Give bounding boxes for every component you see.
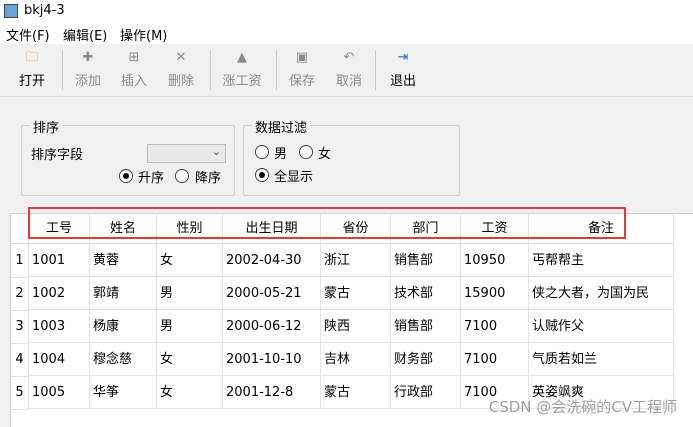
open-button[interactable]: 🗀 打开 — [8, 44, 56, 92]
row-header[interactable]: 5 — [11, 376, 29, 410]
table-cell[interactable]: 2000-06-12 — [223, 310, 321, 343]
toolbar-separator — [276, 50, 277, 90]
sort-field-label: 排序字段 — [31, 148, 84, 163]
delete-icon: ✕ — [175, 50, 187, 65]
table-cell[interactable]: 蒙古 — [321, 376, 391, 409]
app-icon — [4, 4, 18, 18]
add-button[interactable]: ✚ 添加 — [64, 44, 112, 92]
data-table: 工号 姓名 性别 出生日期 省份 部门 工资 备注 1 1001 黄蓉 女 20… — [10, 213, 693, 427]
insert-icon: ⊞ — [128, 50, 140, 65]
menu-bar: 文件(F) 编辑(E) 操作(M) — [0, 22, 693, 44]
table-cell[interactable]: 技术部 — [391, 277, 461, 310]
sort-asc-radio[interactable] — [119, 169, 133, 183]
table-cell[interactable]: 1002 — [29, 277, 90, 310]
exit-button[interactable]: ⇥ 退出 — [379, 44, 427, 92]
toolbar-separator — [62, 50, 63, 90]
table-cell[interactable]: 财务部 — [391, 343, 461, 376]
delete-button[interactable]: ✕ 删除 — [157, 44, 205, 92]
table-cell[interactable]: 7100 — [461, 343, 529, 376]
table-cell[interactable]: 杨康 — [90, 310, 157, 343]
cancel-button[interactable]: ↶ 取消 — [325, 44, 373, 92]
menu-file[interactable]: 文件(F) — [6, 25, 50, 44]
undo-icon: ↶ — [343, 50, 355, 65]
header-highlight-box — [28, 207, 626, 239]
filter-male-radio[interactable] — [255, 145, 269, 159]
raise-salary-button[interactable]: ▲ 涨工资 — [216, 44, 268, 92]
table-cell[interactable]: 7100 — [461, 310, 529, 343]
save-button[interactable]: ▣ 保存 — [278, 44, 326, 92]
add-icon: ✚ — [82, 50, 94, 65]
sort-desc-radio[interactable] — [175, 169, 189, 183]
table-cell[interactable]: 黄蓉 — [90, 244, 157, 277]
table-cell[interactable]: 销售部 — [391, 244, 461, 277]
filter-male-label: 男 — [274, 147, 288, 162]
filter-female-radio[interactable] — [299, 145, 313, 159]
sort-group: 排序 排序字段 ⌄ 升序 降序 — [21, 117, 235, 196]
table-cell[interactable]: 陕西 — [321, 310, 391, 343]
save-icon: ▣ — [295, 50, 309, 65]
table-cell[interactable]: 女 — [157, 244, 223, 277]
exit-icon: ⇥ — [397, 50, 409, 65]
toolbar: 🗀 打开 ✚ 添加 ⊞ 插入 ✕ 删除 ▲ 涨工资 ▣ 保存 ↶ 取消 ⇥ 退出 — [0, 44, 693, 97]
table-cell[interactable]: 15900 — [461, 277, 529, 310]
filter-all-radio[interactable] — [255, 168, 269, 182]
insert-button[interactable]: ⊞ 插入 — [110, 44, 158, 92]
table-cell[interactable]: 蒙古 — [321, 277, 391, 310]
table-cell[interactable]: 郭靖 — [90, 277, 157, 310]
row-header[interactable]: 1 — [11, 244, 29, 278]
table-cell[interactable]: 吉林 — [321, 343, 391, 376]
table-cell[interactable]: 女 — [157, 343, 223, 376]
toolbar-separator — [375, 50, 376, 90]
toolbar-separator — [210, 50, 211, 90]
filter-female-label: 女 — [318, 147, 332, 162]
filter-group-title: 数据过滤 — [252, 117, 311, 136]
table-corner — [11, 214, 29, 244]
table-cell[interactable]: 华筝 — [90, 376, 157, 409]
row-header[interactable]: 2 — [11, 277, 29, 311]
table-cell[interactable]: 女 — [157, 376, 223, 409]
table-cell[interactable]: 2002-04-30 — [223, 244, 321, 277]
table-cell[interactable]: 气质若如兰 — [529, 343, 674, 376]
table-cell[interactable]: 行政部 — [391, 376, 461, 409]
table-cell[interactable]: 男 — [157, 310, 223, 343]
table-cell[interactable]: 2000-05-21 — [223, 277, 321, 310]
table-cell[interactable]: 1003 — [29, 310, 90, 343]
table-cell[interactable]: 1004 — [29, 343, 90, 376]
table-cell[interactable]: 认贼作父 — [529, 310, 674, 343]
sort-field-select[interactable]: ⌄ — [147, 144, 226, 163]
sort-desc-label: 降序 — [195, 171, 222, 186]
table-cell[interactable]: 男 — [157, 277, 223, 310]
menu-operate[interactable]: 操作(M) — [120, 25, 167, 44]
row-header[interactable]: 4 — [11, 343, 29, 377]
table-cell[interactable]: 2001-10-10 — [223, 343, 321, 376]
filter-all-label: 全显示 — [274, 170, 314, 185]
table-cell[interactable]: 销售部 — [391, 310, 461, 343]
table-cell[interactable]: 浙江 — [321, 244, 391, 277]
table-cell[interactable]: 丐帮帮主 — [529, 244, 674, 277]
row-header[interactable]: 3 — [11, 310, 29, 344]
window-title: bkj4-3 — [24, 3, 65, 18]
title-bar: bkj4-3 — [0, 0, 693, 22]
sort-group-title: 排序 — [30, 117, 63, 136]
watermark: CSDN @会洗碗的CV工程师 — [488, 398, 677, 416]
raise-salary-icon: ▲ — [237, 50, 247, 65]
table-cell[interactable]: 1001 — [29, 244, 90, 277]
table-cell[interactable]: 10950 — [461, 244, 529, 277]
table-cell[interactable]: 侠之大者，为国为民 — [529, 277, 674, 310]
sort-asc-label: 升序 — [138, 171, 165, 186]
chevron-down-icon: ⌄ — [211, 145, 221, 158]
menu-edit[interactable]: 编辑(E) — [63, 25, 107, 44]
filter-group: 数据过滤 男 女 全显示 — [243, 117, 460, 196]
open-folder-icon: 🗀 — [25, 50, 39, 65]
table-cell[interactable]: 2001-12-8 — [223, 376, 321, 409]
table-cell[interactable]: 1005 — [29, 376, 90, 409]
table-cell[interactable]: 穆念慈 — [90, 343, 157, 376]
